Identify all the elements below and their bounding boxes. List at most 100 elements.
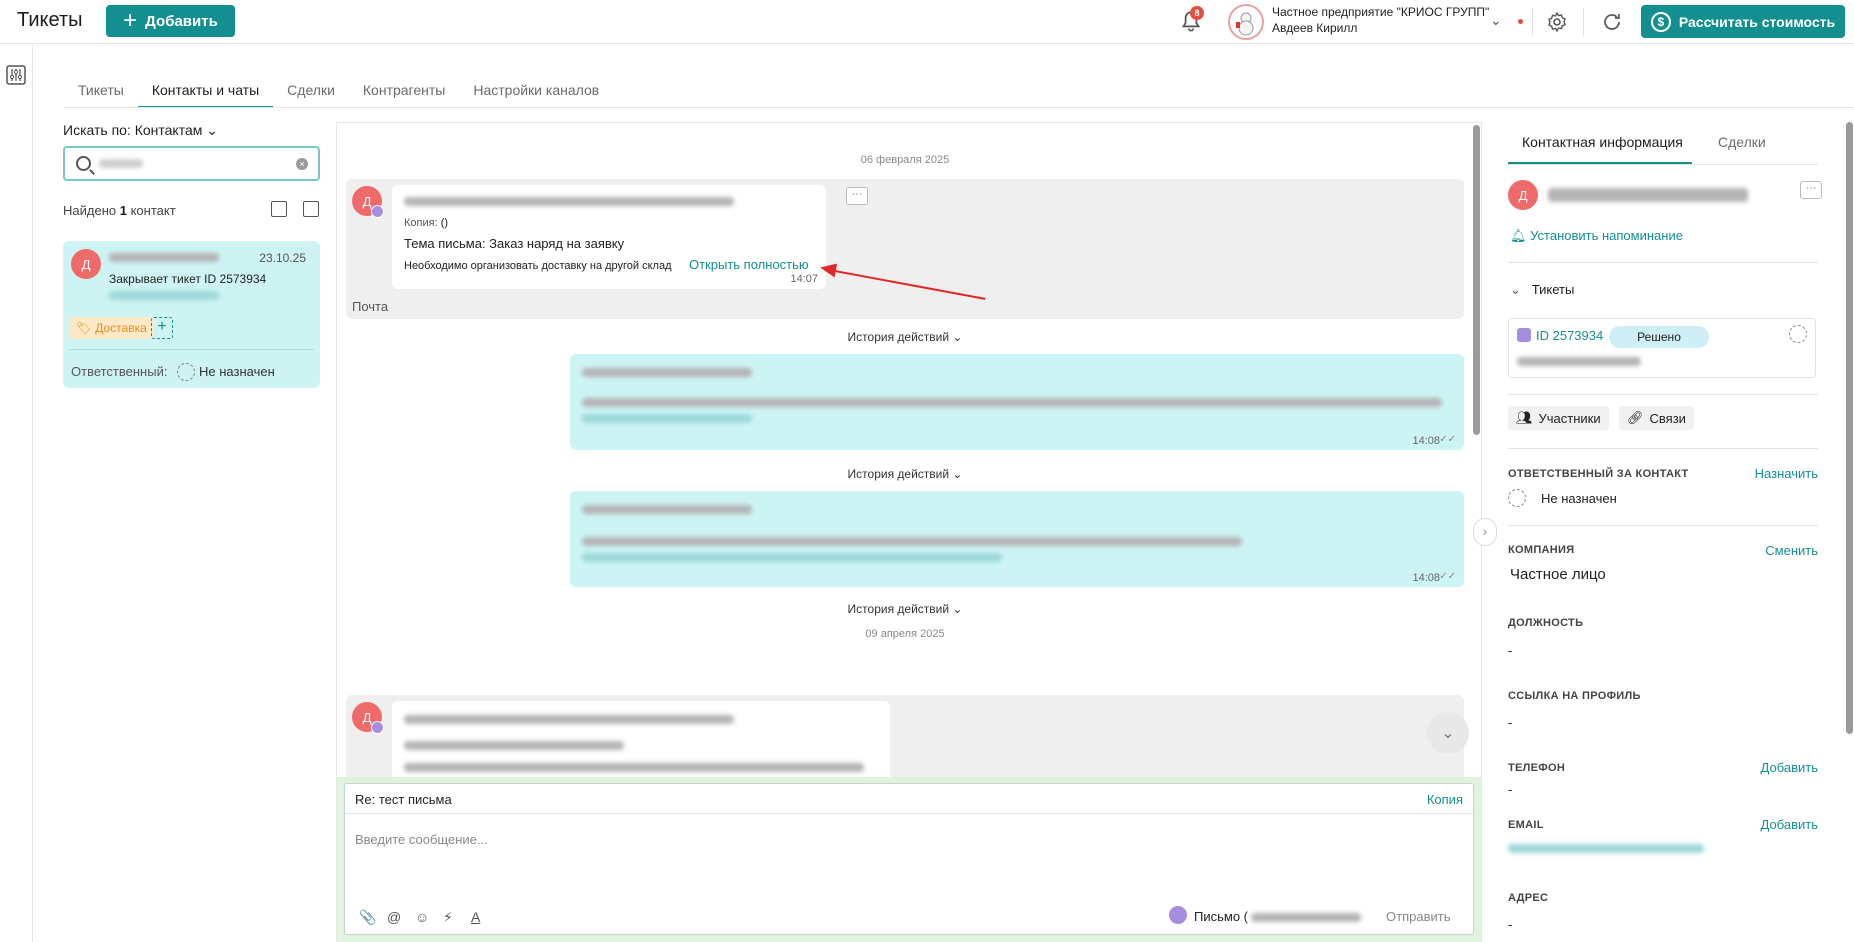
annotation-arrow-head [818,260,838,278]
add-tag-button[interactable]: + [151,317,173,339]
tab-deals[interactable]: Сделки [273,76,349,108]
history-toggle[interactable]: История действий ⌄ [337,330,1473,344]
company-value[interactable]: Частное лицо [1510,566,1606,583]
filter-sliders-icon[interactable] [6,65,26,85]
tab-contacts-chats[interactable]: Контакты и чаты [137,76,274,108]
paperclip-icon[interactable]: 📎 [359,909,376,926]
ticket-assignee-icon[interactable] [1789,325,1807,343]
history-toggle[interactable]: История действий ⌄ [337,602,1473,616]
link-icon: 🔗︎ [1627,410,1644,425]
mail-channel-icon [371,205,384,218]
message-time: 14:07 [790,273,818,285]
divider [1508,525,1818,526]
message-link-blurred [582,553,1002,562]
responsible-value: Не назначен [1541,491,1617,506]
clear-icon[interactable]: × [296,158,308,170]
chevron-down-icon: ⌄ [952,467,963,481]
contact-name-blurred [109,253,219,262]
change-company-link[interactable]: Сменить [1765,543,1818,558]
chevron-down-icon: ⌄ [952,330,963,344]
unassigned-avatar-icon [1508,489,1526,507]
copy-line: Копия: () [404,217,449,229]
email-label: EMAIL [1508,819,1544,831]
tickets-section-toggle[interactable]: ⌄ Тикеты [1510,282,1574,298]
tab-channel-settings[interactable]: Настройки каналов [459,76,613,108]
message-bubble: Копия: () Тема письма: Заказ наряд на за… [392,185,826,289]
contact-name-blurred [1548,188,1748,202]
chevron-down-icon: ⌄ [206,122,219,138]
refresh-icon[interactable] [1600,10,1624,34]
chevron-down-icon[interactable]: ⌄ [1490,12,1502,29]
expand-panel-button[interactable]: › [1473,518,1497,546]
links-button[interactable]: 🔗︎ Связи [1619,406,1694,430]
divider [1508,262,1818,263]
lightning-icon[interactable]: ⚡ [443,909,453,926]
text-format-icon[interactable]: A [471,909,480,925]
message-channel: Почта [352,299,389,314]
tab-contact-info[interactable]: Контактная информация [1522,134,1683,150]
search-by-dropdown[interactable]: Искать по: Контактам ⌄ [63,122,218,139]
address-label: АДРЕС [1508,892,1549,904]
divider [1508,448,1818,449]
subject-field[interactable]: Re: тест письма Копия [345,784,1473,814]
message-text-blurred [582,398,1442,407]
search-input[interactable]: × [63,146,320,181]
date-separator: 09 апреля 2025 [865,628,945,640]
read-check-icon: ✓✓ [1439,571,1456,582]
company-logo[interactable] [1228,4,1264,40]
mention-icon[interactable]: @ [387,909,401,925]
add-phone-link[interactable]: Добавить [1761,760,1818,775]
tab-deals[interactable]: Сделки [1718,134,1766,150]
gear-icon[interactable] [1545,10,1569,34]
contact-extra-blurred [109,291,219,300]
tab-tickets[interactable]: Тикеты [64,76,138,108]
contact-date: 23.10.25 [259,251,306,265]
email-value-blurred[interactable] [1508,844,1704,853]
right-panel-scrollbar[interactable] [1846,122,1853,734]
position-value: - [1508,643,1513,658]
mail-channel-icon [371,721,384,734]
user-name: Авдеев Кирилл [1272,21,1358,35]
message-input[interactable]: Введите сообщение... [355,832,488,847]
message-text-blurred [404,741,624,750]
contact-menu-button[interactable]: ··· [1800,181,1822,199]
sender-blurred [404,715,734,724]
message-subject: Тема письма: Заказ наряд на заявку [404,236,625,251]
profile-link-value[interactable]: - [1508,715,1512,730]
open-full-link[interactable]: Открыть полностью [689,257,809,272]
add-button[interactable]: + Добавить [106,5,235,37]
tag-delivery[interactable]: 🏷 Доставка [69,317,154,339]
ticket-card[interactable]: ID 2573934 Решено [1508,318,1816,378]
send-button[interactable]: Отправить [1386,909,1450,924]
outgoing-message: 14:08 ✓✓ [570,354,1464,450]
channel-selector[interactable]: Письмо ( [1194,909,1361,924]
search-icon [76,156,91,171]
chat-scrollbar[interactable] [1473,125,1480,435]
calculate-cost-button[interactable]: $ Рассчитать стоимость [1641,5,1845,38]
contact-card[interactable]: Д 23.10.25 Закрывает тикет ID 2573934 🏷 Д… [63,241,320,388]
contact-last-message: Закрывает тикет ID 2573934 [109,272,267,286]
outgoing-message: 14:08 ✓✓ [570,491,1464,587]
set-reminder-link[interactable]: 🔔︎ Установить напоминание [1510,228,1683,244]
history-toggle[interactable]: История действий ⌄ [337,467,1473,481]
add-email-link[interactable]: Добавить [1761,817,1818,832]
sender-blurred [404,197,734,206]
scroll-down-button[interactable]: ⌄ [1427,712,1469,754]
tabs-divider [64,107,1854,108]
ticket-status-badge: Решено [1609,326,1709,348]
subject-value: Re: тест письма [355,792,452,807]
participants-button[interactable]: 👥︎ Участники [1508,406,1609,430]
message-menu-button[interactable]: ··· [846,187,868,205]
emoji-icon[interactable]: ☺ [415,909,429,925]
copy-link[interactable]: Копия [1427,792,1463,807]
message-time: 14:08 [1412,435,1440,447]
view-compact-icon[interactable] [271,201,287,217]
view-list-icon[interactable] [303,201,319,217]
assign-link[interactable]: Назначить [1755,466,1818,481]
divider [1532,8,1533,36]
app-title: Тикеты [17,9,83,31]
tab-counterparties[interactable]: Контрагенты [349,76,459,108]
left-rail [0,45,33,942]
phone-label: ТЕЛЕФОН [1508,762,1566,774]
ticket-id-link[interactable]: ID 2573934 [1536,328,1603,343]
